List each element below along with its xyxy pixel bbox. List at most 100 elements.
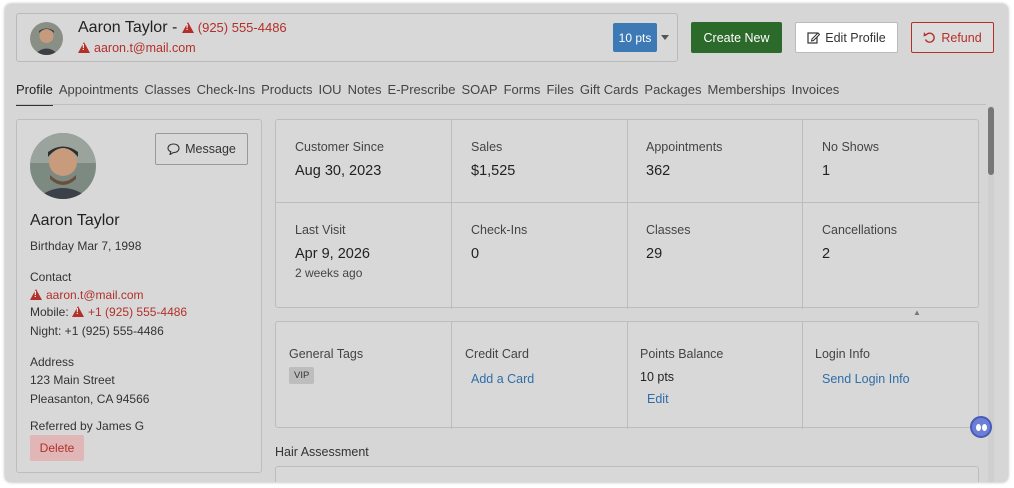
customer-email[interactable]: aaron.t@mail.com bbox=[78, 41, 196, 55]
tab-packages[interactable]: Packages bbox=[644, 82, 701, 106]
profile-card: Message Aaron Taylor Birthday Mar 7, 199… bbox=[16, 119, 262, 473]
stat-sales: Sales $1,525 bbox=[452, 120, 628, 202]
points-balance-value: 10 pts bbox=[640, 370, 675, 384]
divider bbox=[802, 322, 803, 429]
mobile-number[interactable]: +1 (925) 555-4486 bbox=[72, 305, 187, 319]
stat-customer-since: Customer Since Aug 30, 2023 bbox=[276, 120, 452, 202]
tab-iou[interactable]: IOU bbox=[318, 82, 341, 106]
stat-check-ins: Check-Ins 0 bbox=[452, 203, 628, 285]
tab-classes[interactable]: Classes bbox=[144, 82, 190, 106]
profile-name: Aaron Taylor bbox=[30, 212, 120, 229]
hair-assessment-card bbox=[275, 466, 979, 482]
customer-phone-text: (925) 555-4486 bbox=[197, 20, 287, 35]
customer-header: Aaron Taylor - (925) 555-4486 aaron.t@ma… bbox=[16, 13, 678, 62]
message-label: Message bbox=[185, 142, 236, 156]
contact-email-text: aaron.t@mail.com bbox=[46, 288, 144, 302]
stat-label: Last Visit bbox=[295, 223, 346, 237]
profile-tabs: Profile Appointments Classes Check-Ins P… bbox=[16, 82, 839, 106]
tab-products[interactable]: Products bbox=[261, 82, 312, 106]
warning-icon bbox=[30, 289, 42, 300]
divider bbox=[451, 322, 452, 429]
credit-card-label: Credit Card bbox=[465, 347, 529, 361]
refund-label: Refund bbox=[941, 30, 982, 45]
tab-files[interactable]: Files bbox=[546, 82, 573, 106]
points-edit-link[interactable]: Edit bbox=[647, 392, 669, 406]
app-window: Aaron Taylor - (925) 555-4486 aaron.t@ma… bbox=[5, 4, 1008, 482]
tab-gift-cards[interactable]: Gift Cards bbox=[580, 82, 639, 106]
warning-icon bbox=[72, 306, 85, 317]
pencil-square-icon bbox=[807, 32, 821, 44]
stat-last-visit: Last Visit Apr 9, 2026 2 weeks ago bbox=[276, 203, 452, 285]
stat-label: Customer Since bbox=[295, 140, 384, 154]
stat-appointments: Appointments 362 bbox=[627, 120, 803, 202]
account-info-card: General Tags VIP Credit Card Add a Card … bbox=[275, 321, 979, 429]
mobile-number-text: +1 (925) 555-4486 bbox=[88, 305, 188, 319]
stat-value: 29 bbox=[646, 246, 663, 262]
customer-name-text: Aaron Taylor - bbox=[78, 19, 178, 36]
contact-night: Night: +1 (925) 555-4486 bbox=[30, 324, 164, 338]
warning-icon bbox=[181, 22, 194, 33]
tab-e-prescribe[interactable]: E-Prescribe bbox=[388, 82, 456, 106]
stat-label: No Shows bbox=[822, 140, 879, 154]
header-avatar bbox=[30, 22, 63, 55]
contact-email[interactable]: aaron.t@mail.com bbox=[30, 288, 144, 302]
points-balance-label: Points Balance bbox=[640, 347, 724, 361]
stat-label: Check-Ins bbox=[471, 223, 528, 237]
address-line1: 123 Main Street bbox=[30, 373, 115, 387]
login-info-label: Login Info bbox=[815, 347, 870, 361]
tag-vip: VIP bbox=[289, 367, 315, 384]
stat-label: Appointments bbox=[646, 140, 723, 154]
stat-label: Sales bbox=[471, 140, 503, 154]
scrollbar-thumb[interactable] bbox=[988, 107, 994, 175]
general-tags-label: General Tags bbox=[289, 347, 364, 361]
stat-value: 0 bbox=[471, 246, 480, 262]
stat-value: Aug 30, 2023 bbox=[295, 163, 382, 179]
delete-button[interactable]: Delete bbox=[30, 435, 84, 461]
tab-soap[interactable]: SOAP bbox=[461, 82, 497, 106]
stat-value: Apr 9, 2026 bbox=[295, 246, 370, 262]
stat-classes: Classes 29 bbox=[627, 203, 803, 285]
address-line2: Pleasanton, CA 94566 bbox=[30, 392, 150, 406]
stat-cancellations: Cancellations 2 bbox=[803, 203, 979, 285]
address-heading: Address bbox=[30, 355, 75, 369]
stat-label: Classes bbox=[646, 223, 691, 237]
tab-forms[interactable]: Forms bbox=[504, 82, 541, 106]
contact-mobile: Mobile: +1 (925) 555-4486 bbox=[30, 305, 187, 319]
stat-subtext: 2 weeks ago bbox=[295, 266, 363, 280]
customer-phone[interactable]: (925) 555-4486 bbox=[181, 20, 287, 35]
stats-grid: Customer Since Aug 30, 2023 Sales $1,525… bbox=[275, 119, 980, 309]
stat-value: 362 bbox=[646, 163, 671, 179]
stat-value: 1 bbox=[822, 163, 831, 179]
send-login-info-link[interactable]: Send Login Info bbox=[822, 372, 910, 386]
caret-down-icon[interactable] bbox=[661, 35, 669, 40]
refund-button[interactable]: Refund bbox=[911, 22, 994, 53]
divider bbox=[627, 322, 628, 429]
warning-icon bbox=[78, 42, 90, 53]
speech-bubble-icon bbox=[167, 143, 180, 155]
assistant-bot-icon[interactable] bbox=[970, 416, 992, 438]
birthday: Birthday Mar 7, 1998 bbox=[30, 239, 142, 253]
tab-memberships[interactable]: Memberships bbox=[708, 82, 786, 106]
tab-appointments[interactable]: Appointments bbox=[59, 82, 139, 106]
referred-by: Referred by James G bbox=[30, 419, 145, 433]
avatar bbox=[30, 133, 96, 199]
tab-profile[interactable]: Profile bbox=[16, 82, 53, 106]
message-button[interactable]: Message bbox=[155, 133, 248, 165]
customer-email-text: aaron.t@mail.com bbox=[94, 41, 196, 55]
tab-check-ins[interactable]: Check-Ins bbox=[197, 82, 256, 106]
stat-value: 2 bbox=[822, 246, 831, 262]
undo-arrow-icon bbox=[923, 32, 936, 43]
create-new-button[interactable]: Create New bbox=[691, 22, 782, 53]
contact-heading: Contact bbox=[30, 270, 72, 284]
tab-notes[interactable]: Notes bbox=[348, 82, 382, 106]
edit-profile-button[interactable]: Edit Profile bbox=[795, 22, 898, 53]
add-card-link[interactable]: Add a Card bbox=[471, 372, 534, 386]
stat-value: $1,525 bbox=[471, 163, 516, 179]
tab-invoices[interactable]: Invoices bbox=[792, 82, 840, 106]
stat-label: Cancellations bbox=[822, 223, 898, 237]
edit-profile-label: Edit Profile bbox=[825, 30, 886, 45]
customer-name: Aaron Taylor - (925) 555-4486 bbox=[78, 19, 287, 37]
points-button[interactable]: 10 pts bbox=[613, 23, 657, 52]
mobile-label: Mobile: bbox=[30, 305, 69, 319]
tabs-divider bbox=[16, 104, 986, 105]
